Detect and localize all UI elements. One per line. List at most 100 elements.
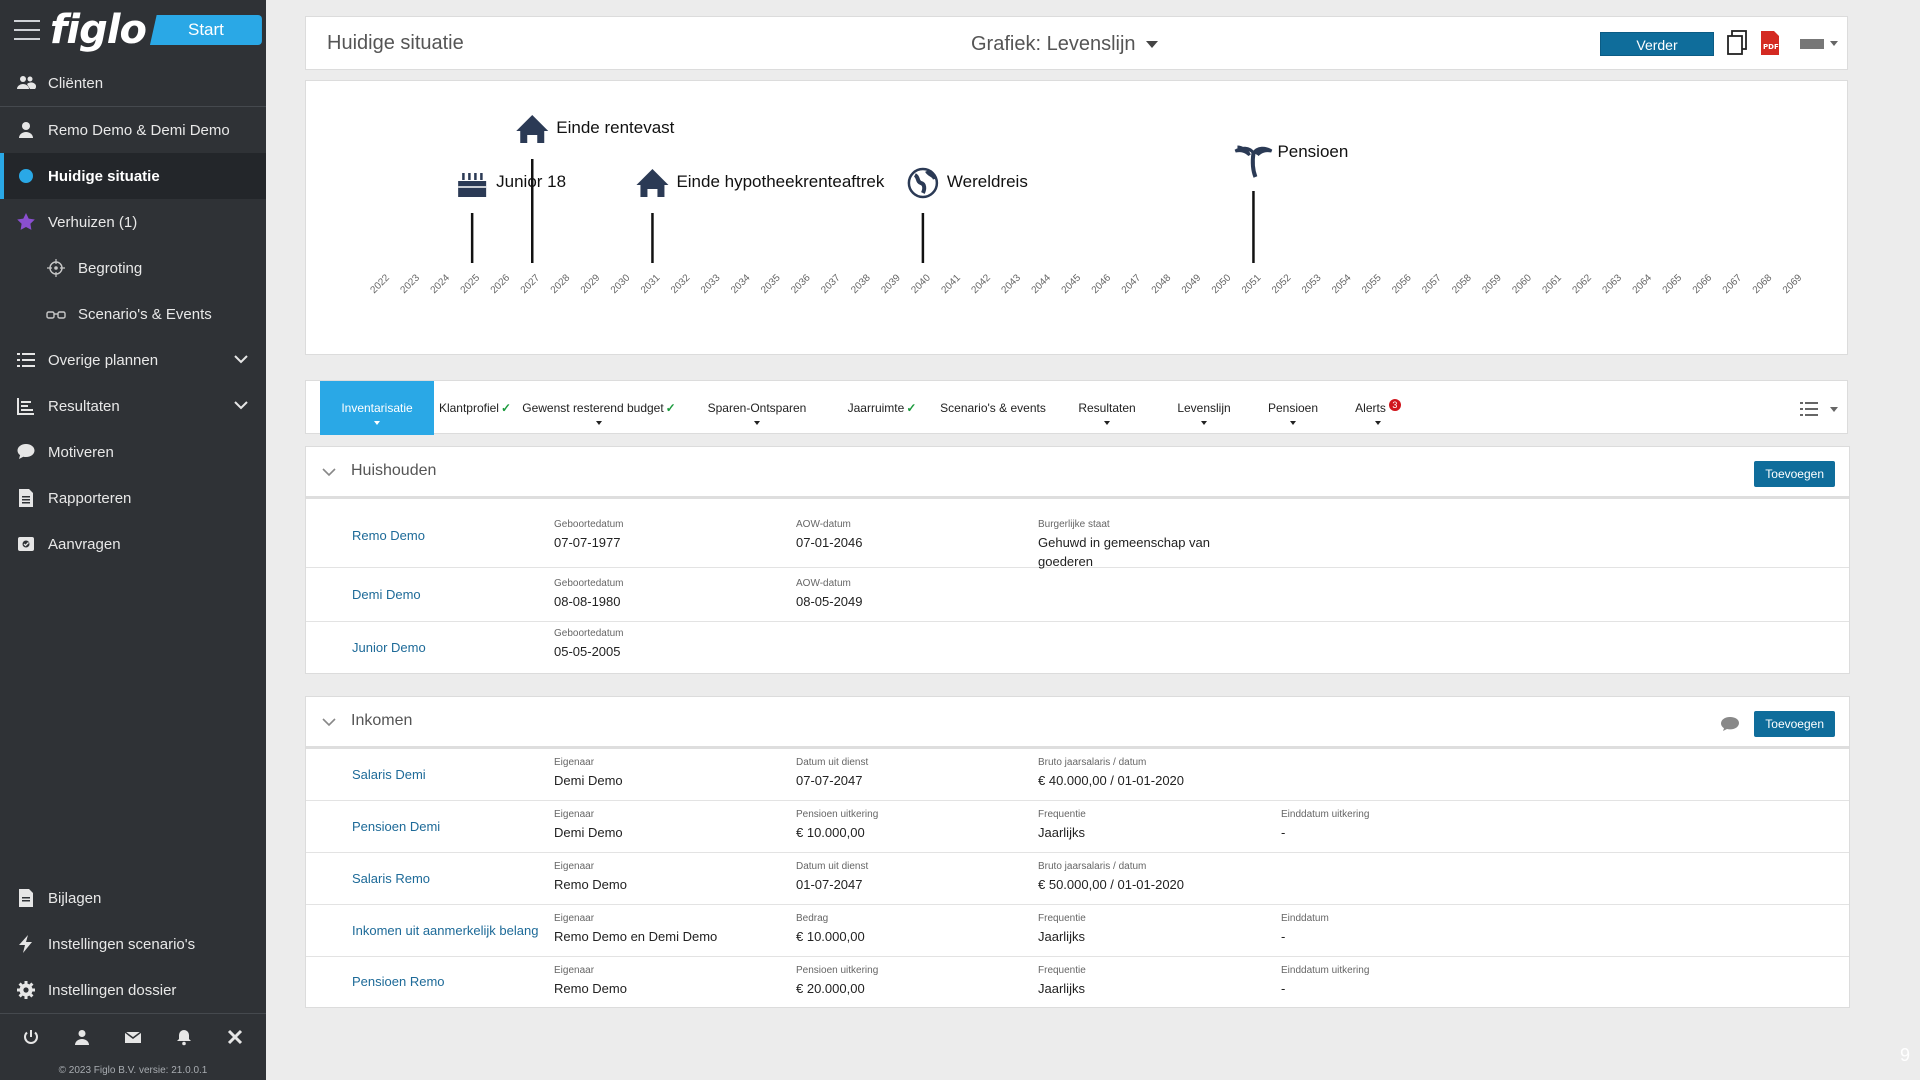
sidebar-item-aanvragen[interactable]: Aanvragen — [0, 521, 266, 567]
year-tick-label: 2027 — [519, 272, 543, 296]
sidebar-item-bijlagen[interactable]: Bijlagen — [0, 875, 266, 921]
sidebar-item-instellingen-scenario-s[interactable]: Instellingen scenario's — [0, 921, 266, 967]
sidebar-item-overige-plannen[interactable]: Overige plannen — [0, 337, 266, 383]
tab-label: Sparen-Ontsparen — [707, 401, 807, 415]
house-icon — [636, 169, 669, 197]
chart-select-label: Grafiek: — [971, 33, 1042, 55]
dot-icon — [16, 166, 36, 186]
comment-icon[interactable] — [1720, 716, 1740, 732]
field-value: Jaarlijks — [1038, 825, 1085, 840]
mail-icon[interactable] — [124, 1028, 142, 1046]
tab-scenario-s-events[interactable]: Scenario's & events — [938, 381, 1048, 435]
field-f3: Burgerlijke staat Gehuwd in gemeenschap v… — [1038, 519, 1228, 571]
tab-levenslijn[interactable]: Levenslijn — [1164, 381, 1244, 435]
send-icon — [16, 534, 36, 554]
tab-alerts[interactable]: Alerts 3 — [1348, 381, 1408, 435]
year-tick-label: 2035 — [759, 272, 783, 296]
user-icon[interactable] — [73, 1028, 91, 1046]
chevron-down-icon[interactable] — [322, 717, 336, 727]
table-row: Pensioen Demi Eigenaar Demi Demo Pensioen u… — [306, 801, 1849, 853]
tab-jaarruimte[interactable]: Jaarruimte ✓ — [842, 381, 922, 435]
sidebar-item-cli-nten[interactable]: Cliënten — [0, 60, 266, 106]
sidebar-item-resultaten[interactable]: Resultaten — [0, 383, 266, 429]
timeline-event[interactable]: Pensioen — [1234, 142, 1348, 263]
sidebar-item-rapporteren[interactable]: Rapporteren — [0, 475, 266, 521]
year-tick-label: 2058 — [1450, 272, 1474, 296]
sidebar-item-motiveren[interactable]: Motiveren — [0, 429, 266, 475]
sidebar-item-label: Resultaten — [48, 397, 120, 415]
year-tick-label: 2060 — [1510, 272, 1534, 296]
year-tick-label: 2031 — [639, 272, 663, 296]
chevron-down-icon[interactable] — [322, 467, 336, 477]
row-name-link[interactable]: Pensioen Remo — [352, 974, 445, 989]
row-name-link[interactable]: Pensioen Demi — [352, 819, 440, 834]
sidebar-item-begroting[interactable]: Begroting — [0, 245, 266, 291]
menu-icon[interactable] — [14, 20, 40, 40]
field-f3: Frequentie Jaarlijks — [1038, 965, 1228, 998]
chevron-down-icon[interactable] — [234, 397, 248, 414]
row-name-link[interactable]: Junior Demo — [352, 640, 426, 655]
list-view-icon — [1800, 402, 1818, 416]
tab-klantprofiel[interactable]: Klantprofiel ✓ — [436, 381, 514, 435]
start-button[interactable]: Start — [149, 15, 262, 45]
tools-icon[interactable] — [226, 1028, 244, 1046]
chevron-down-icon[interactable] — [234, 351, 248, 368]
sidebar-item-scenario-s-events[interactable]: Scenario's & Events — [0, 291, 266, 337]
sidebar-item-label: Verhuizen (1) — [48, 213, 138, 231]
pdf-icon[interactable]: PDF — [1760, 30, 1780, 56]
field-f2: Bedrag € 10.000,00 — [796, 913, 1026, 946]
field-label: Pensioen uitkering — [796, 809, 879, 820]
add-income-button[interactable]: Toevoegen — [1754, 711, 1835, 737]
sidebar-item-remo-demo-demi-demo[interactable]: Remo Demo & Demi Demo — [0, 107, 266, 153]
inkomen-header[interactable]: Inkomen Toevoegen — [306, 697, 1849, 749]
field-value: Remo Demo en Demi Demo — [554, 929, 718, 944]
users-icon — [16, 73, 36, 93]
year-tick-label: 2055 — [1360, 272, 1384, 296]
tab-resultaten[interactable]: Resultaten — [1066, 381, 1148, 435]
timeline-event[interactable]: Einde hypotheekrenteaftrek — [636, 169, 885, 263]
row-name-link[interactable]: Remo Demo — [352, 528, 425, 543]
tab-bar: Inventarisatie Klantprofiel ✓ Gewenst reste… — [305, 380, 1848, 435]
verder-button[interactable]: Verder — [1600, 32, 1714, 56]
event-label: Pensioen — [1277, 142, 1348, 161]
sidebar-item-label: Rapporteren — [48, 489, 132, 507]
row-name-link[interactable]: Salaris Demi — [352, 767, 426, 782]
power-icon[interactable] — [22, 1028, 40, 1046]
row-name-link[interactable]: Salaris Remo — [352, 871, 430, 886]
sidebar-item-instellingen-dossier[interactable]: Instellingen dossier — [0, 967, 266, 1013]
tab-inventarisatie[interactable]: Inventarisatie — [320, 381, 434, 435]
year-tick-label: 2045 — [1060, 272, 1084, 296]
sidebar-item-verhuizen-1[interactable]: Verhuizen (1) — [0, 199, 266, 245]
field-f3: Frequentie Jaarlijks — [1038, 913, 1228, 946]
bell-icon[interactable] — [175, 1028, 193, 1046]
row-name-link[interactable]: Demi Demo — [352, 587, 421, 602]
copy-icon[interactable] — [1726, 30, 1748, 56]
add-household-button[interactable]: Toevoegen — [1754, 461, 1835, 487]
tab-sparen-ontsparen[interactable]: Sparen-Ontsparen — [699, 381, 815, 435]
field-value: € 40.000,00 / 01-01-2020 — [1038, 773, 1185, 788]
glasses-icon — [46, 304, 66, 324]
tab-pensioen[interactable]: Pensioen — [1253, 381, 1333, 435]
timeline-event[interactable]: Wereldreis — [907, 167, 1028, 263]
year-tick-label: 2041 — [939, 272, 963, 296]
user-menu[interactable] — [1800, 37, 1840, 51]
timeline-event[interactable]: Junior 18 — [458, 172, 566, 263]
huishouden-header[interactable]: Huishouden Toevoegen — [306, 447, 1849, 499]
field-label: Bedrag — [796, 913, 829, 924]
tab-gewenst-resterend-budget[interactable]: Gewenst resterend budget ✓ — [519, 381, 679, 435]
view-options[interactable] — [1800, 401, 1838, 422]
tab-label: Pensioen — [1267, 401, 1319, 415]
tab-label: Resultaten — [1078, 401, 1136, 415]
sidebar-item-huidige-situatie[interactable]: Huidige situatie — [0, 153, 266, 199]
cake-icon — [458, 173, 487, 197]
field-label: Frequentie — [1038, 965, 1086, 976]
sidebar-item-label: Aanvragen — [48, 535, 121, 553]
caret-down-icon — [1201, 421, 1207, 425]
row-name-link[interactable]: Inkomen uit aanmerkelijk belang — [352, 923, 538, 938]
chart-select[interactable]: Grafiek: Levenslijn — [971, 33, 1158, 56]
field-value: Demi Demo — [554, 773, 623, 788]
field-label: Frequentie — [1038, 913, 1086, 924]
palm-icon — [1234, 145, 1273, 178]
caret-down-icon — [1104, 421, 1110, 425]
field-f1: Eigenaar Remo Demo en Demi Demo — [554, 913, 784, 946]
